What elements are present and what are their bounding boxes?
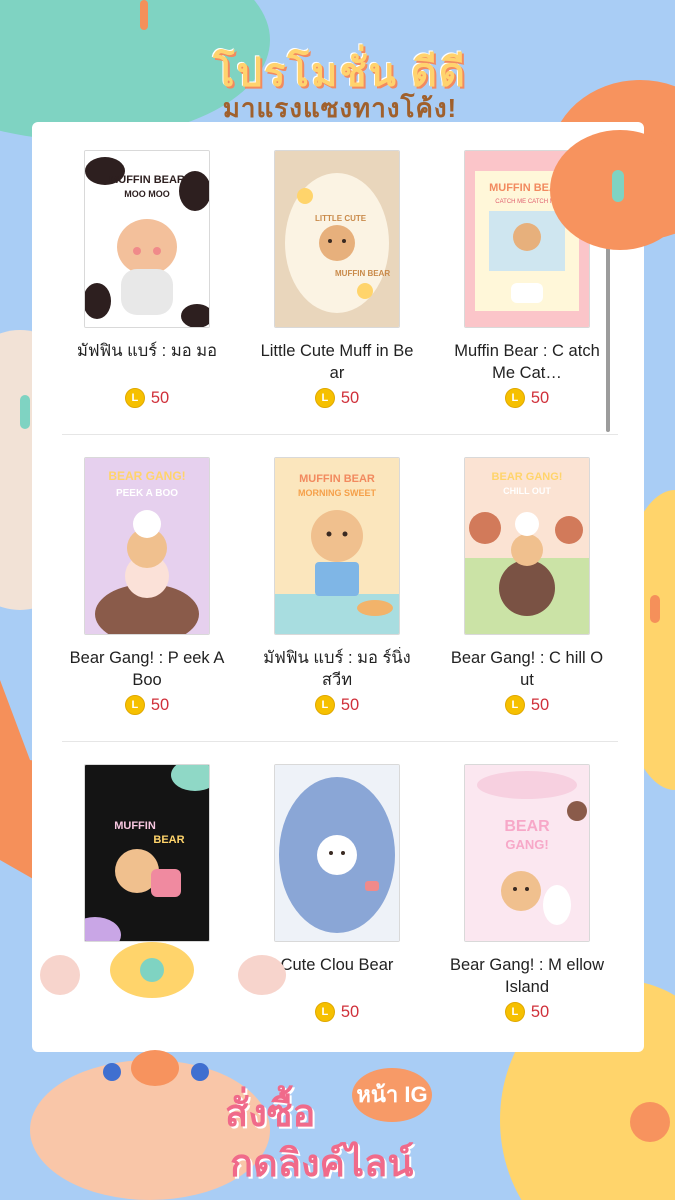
sticker-item[interactable]: MUFFIN BEAR MORNING SWEET มัฟฟิน แบร์ : … — [252, 457, 422, 715]
thumb-text: MUFFIN BEAR — [299, 473, 375, 485]
sticker-thumbnail[interactable]: BEAR GANG! PEEK A BOO — [84, 457, 210, 635]
price-value: 50 — [340, 695, 360, 714]
sticker-item[interactable]: Cute Clou Bear L 50 — [252, 764, 422, 1022]
sticker-thumbnail[interactable]: BEAR GANG! — [464, 764, 590, 942]
sticker-price: L 50 — [62, 388, 232, 408]
thumb-text: MOO MOO — [124, 189, 170, 199]
row-divider — [62, 434, 618, 435]
sticker-name: Bear Gang! : C hill Out — [450, 649, 604, 689]
sticker-name: Muffin Bear : C atch Me Cat… — [454, 342, 600, 382]
sticker-price: L 50 — [62, 695, 232, 715]
sticker-price: L 50 — [442, 388, 612, 408]
sticker-item[interactable]: BEAR GANG! PEEK A BOO Bear Gang! : P eek… — [62, 457, 232, 715]
line-coin-icon: L — [504, 695, 525, 715]
price-value: 50 — [340, 1002, 360, 1021]
thumb-text: BEAR — [153, 834, 184, 846]
sticker-item[interactable]: BEAR GANG! CHILL OUT Bear Gang! : C hill… — [442, 457, 612, 715]
grid-row: BEAR GANG! PEEK A BOO Bear Gang! : P eek… — [62, 457, 622, 764]
sticker-name: Bear Gang! : P eek A Boo — [69, 649, 225, 689]
price-value: 50 — [530, 388, 550, 407]
cute-cloud-bear-image — [275, 765, 399, 941]
sticker-item[interactable]: MUFFIN BEAR MOO MOO มัฟฟิน แบร์ : มอ มอ … — [62, 150, 232, 408]
thumb-text: PEEK A BOO — [116, 488, 178, 499]
price-value: 50 — [530, 695, 550, 714]
sticker-item[interactable]: MUFFIN BEAR — [62, 764, 232, 1002]
thumb-text: GANG! — [505, 837, 548, 852]
sticker-thumbnail[interactable]: MUFFIN BEAR — [84, 764, 210, 942]
cta-line-link-text: กดลิงค์ไลน์ — [230, 1143, 414, 1185]
muffin-bear-catch-me-image: MUFFIN BEAR CATCH ME CATCH ME — [465, 151, 589, 327]
sticker-price: L 50 — [252, 388, 422, 408]
sticker-name: Bear Gang! : M ellow Island — [449, 956, 605, 996]
thumb-text: MUFFIN BEAR — [109, 174, 185, 186]
muffin-bear-morning-sweet-image: MUFFIN BEAR MORNING SWEET — [275, 458, 399, 634]
thumb-text: MUFFIN BEAR — [335, 269, 390, 278]
muffin-bear-moo-moo-image: MUFFIN BEAR MOO MOO — [85, 151, 209, 327]
sticker-price: L 50 — [252, 695, 422, 715]
bear-gang-chill-out-image: BEAR GANG! CHILL OUT — [465, 458, 589, 634]
sticker-thumbnail[interactable]: BEAR GANG! CHILL OUT — [464, 457, 590, 635]
bear-gang-mellow-island-image: BEAR GANG! — [465, 765, 589, 941]
sticker-thumbnail[interactable] — [274, 764, 400, 942]
sticker-price: L 50 — [442, 1002, 612, 1022]
price-value: 50 — [340, 388, 360, 407]
sticker-price: L 50 — [252, 1002, 422, 1022]
thumb-text: MUFFIN — [114, 820, 156, 832]
sticker-name — [62, 954, 232, 998]
sticker-name: มัฟฟิน แบร์ : มอ ร์นิ่ง สวีท — [263, 649, 411, 689]
thumb-text: BEAR GANG! — [492, 471, 563, 483]
scrollbar[interactable] — [606, 236, 610, 432]
muffin-bear-night-image: MUFFIN BEAR — [85, 765, 209, 941]
thumb-text: MUFFIN BEAR — [489, 182, 565, 194]
line-coin-icon: L — [314, 695, 335, 715]
row-divider — [62, 741, 618, 742]
thumb-text: BEAR GANG! — [108, 469, 185, 483]
sticker-item[interactable]: LITTLE CUTE MUFFIN BEAR Little Cute Muff… — [252, 150, 422, 408]
sticker-thumbnail[interactable]: MUFFIN BEAR MOO MOO — [84, 150, 210, 328]
sticker-item[interactable]: MUFFIN BEAR CATCH ME CATCH ME Muffin Bea… — [442, 150, 612, 408]
grid-row: MUFFIN BEAR MOO MOO มัฟฟิน แบร์ : มอ มอ … — [62, 150, 622, 457]
price-value: 50 — [150, 388, 170, 407]
thumb-text: BEAR — [504, 818, 550, 835]
sticker-thumbnail[interactable]: LITTLE CUTE MUFFIN BEAR — [274, 150, 400, 328]
thumb-text: LITTLE CUTE — [315, 214, 367, 223]
sticker-name: มัฟฟิน แบร์ : มอ มอ — [77, 342, 217, 360]
sticker-name: Cute Clou Bear — [280, 956, 394, 974]
thumb-text: MORNING SWEET — [298, 488, 377, 498]
line-coin-icon: L — [124, 388, 145, 408]
line-coin-icon: L — [314, 1002, 335, 1022]
sticker-name: Little Cute Muff in Bear — [260, 342, 414, 382]
line-coin-icon: L — [314, 388, 335, 408]
sticker-thumbnail[interactable]: MUFFIN BEAR MORNING SWEET — [274, 457, 400, 635]
price-value: 50 — [150, 695, 170, 714]
grid-row: MUFFIN BEAR Cute Clou Bear L 50 BEAR GAN… — [62, 764, 622, 1071]
ig-badge: หน้า IG — [352, 1068, 432, 1122]
sticker-thumbnail[interactable]: MUFFIN BEAR CATCH ME CATCH ME — [464, 150, 590, 328]
sticker-item[interactable]: BEAR GANG! Bear Gang! : M ellow Island L… — [442, 764, 612, 1022]
line-coin-icon: L — [504, 388, 525, 408]
line-coin-icon: L — [124, 695, 145, 715]
line-coin-icon: L — [504, 1002, 525, 1022]
price-value: 50 — [530, 1002, 550, 1021]
sticker-price: L 50 — [442, 695, 612, 715]
sticker-grid: MUFFIN BEAR MOO MOO มัฟฟิน แบร์ : มอ มอ … — [62, 150, 622, 1071]
thumb-text: CHILL OUT — [503, 486, 551, 496]
bear-gang-peek-a-boo-image: BEAR GANG! PEEK A BOO — [85, 458, 209, 634]
little-cute-muffin-bear-image: LITTLE CUTE MUFFIN BEAR — [275, 151, 399, 327]
thumb-text: CATCH ME CATCH ME — [495, 199, 558, 205]
